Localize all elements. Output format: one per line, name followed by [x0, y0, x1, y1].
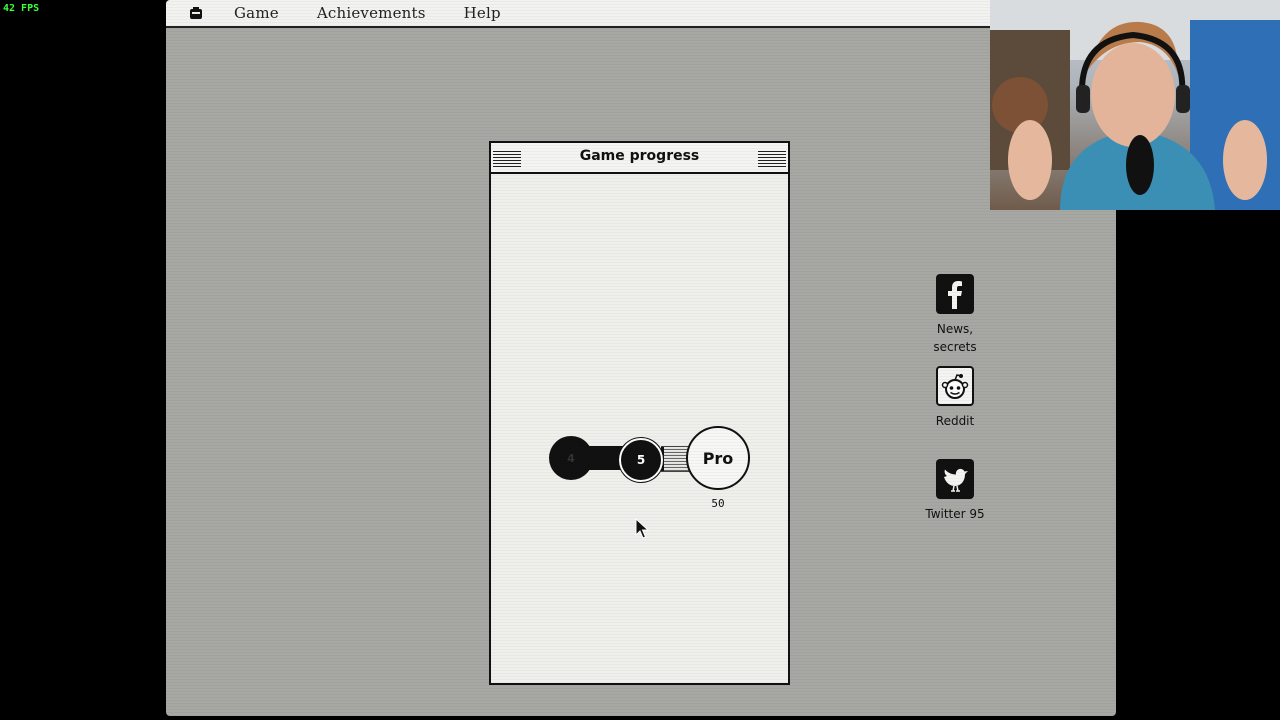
- level-node-completed: 4: [549, 436, 593, 480]
- facebook-label-line-2: secrets: [933, 340, 977, 354]
- titlebar-stripes-right: [758, 149, 786, 167]
- reddit-shortcut[interactable]: Reddit: [910, 366, 1000, 430]
- menu-achievements[interactable]: Achievements: [317, 4, 426, 22]
- twitter-icon[interactable]: [936, 459, 974, 499]
- menu-help[interactable]: Help: [464, 4, 501, 22]
- game-progress-window: Game progress 4 5 Pro 50: [489, 141, 790, 685]
- desktop: Game Achievements Help Game progress 4 5…: [166, 0, 1116, 716]
- mouse-pointer-icon: [635, 517, 651, 540]
- level-node-next: Pro: [686, 426, 750, 490]
- progress-connector-current: [661, 446, 689, 472]
- fps-counter: 42 FPS: [3, 3, 40, 14]
- facebook-label: News, secrets: [910, 320, 1000, 356]
- next-level-value: 50: [711, 497, 725, 510]
- progress-track: 4 5 Pro 50: [549, 426, 759, 510]
- reddit-icon[interactable]: [936, 366, 974, 406]
- twitter-label: Twitter 95: [910, 505, 1000, 523]
- twitter-label-line-1: Twitter 95: [925, 507, 985, 521]
- window-titlebar[interactable]: Game progress: [491, 143, 788, 174]
- menu-game[interactable]: Game: [234, 4, 279, 22]
- webcam-overlay: [990, 0, 1280, 210]
- facebook-label-line-1: News,: [936, 322, 974, 336]
- system-menu-icon[interactable]: [188, 6, 204, 20]
- facebook-icon[interactable]: [936, 274, 974, 314]
- reddit-label-line-1: Reddit: [935, 414, 975, 428]
- level-node-current: 5: [619, 438, 663, 482]
- window-title: Game progress: [579, 148, 700, 164]
- facebook-shortcut[interactable]: News, secrets: [910, 274, 1000, 356]
- menu-bar: Game Achievements Help: [166, 0, 1116, 28]
- twitter-shortcut[interactable]: Twitter 95: [910, 459, 1000, 523]
- reddit-label: Reddit: [910, 412, 1000, 430]
